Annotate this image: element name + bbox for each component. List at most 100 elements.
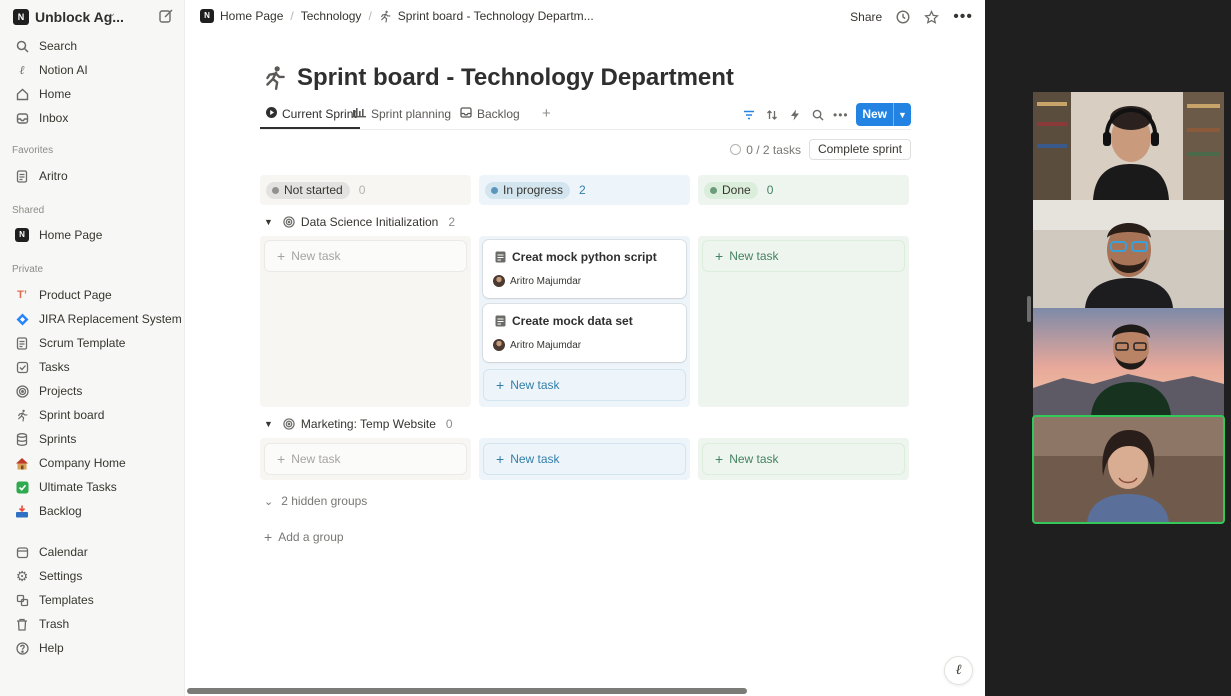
- new-task-button[interactable]: + New task: [702, 443, 905, 475]
- participant-video: [1033, 416, 1224, 523]
- task-card[interactable]: Creat mock python script Aritro Majumdar: [483, 240, 686, 298]
- star-icon[interactable]: [924, 9, 940, 25]
- favorites-section-label: Favorites: [12, 145, 54, 156]
- sidebar-item-calendar[interactable]: Calendar: [10, 541, 178, 563]
- sidebar-item-label: Aritro: [39, 169, 68, 183]
- sidebar-item-projects[interactable]: Projects: [10, 380, 178, 402]
- breadcrumb-separator: /: [290, 9, 294, 23]
- new-task-button[interactable]: + New task: [483, 369, 686, 401]
- participant-video: [1033, 200, 1224, 308]
- sort-icon[interactable]: [760, 103, 783, 126]
- complete-sprint-button[interactable]: Complete sprint: [808, 139, 911, 160]
- new-button[interactable]: New ▼: [856, 103, 911, 126]
- group-header-marketing[interactable]: ▼ Marketing: Temp Website 0: [264, 417, 453, 431]
- topbar-actions: Share •••: [850, 8, 973, 26]
- sidebar-item-product-page[interactable]: T’ Product Page: [10, 284, 178, 306]
- tab-sprint-planning[interactable]: Sprint planning: [352, 107, 451, 121]
- participant-video-tile[interactable]: [1033, 92, 1224, 200]
- sidebar-item-templates[interactable]: Templates: [10, 589, 178, 611]
- status-label: In progress: [503, 183, 564, 197]
- participant-video-tile[interactable]: [1033, 200, 1224, 308]
- chevron-down-icon: ⌄: [264, 495, 274, 508]
- search-icon[interactable]: [806, 103, 829, 126]
- column-header-not-started[interactable]: Not started 0: [260, 175, 471, 205]
- automation-icon[interactable]: [783, 103, 806, 126]
- sidebar-item-trash[interactable]: Trash: [10, 613, 178, 635]
- new-page-icon[interactable]: [158, 8, 174, 24]
- active-tab-indicator: [260, 127, 360, 129]
- runner-icon: [380, 10, 391, 23]
- task-card[interactable]: Create mock data set Aritro Majumdar: [483, 304, 686, 362]
- column-count: 0: [766, 183, 774, 197]
- runner-icon[interactable]: [262, 65, 288, 91]
- sidebar-item-search[interactable]: Search: [10, 35, 178, 57]
- sidebar-item-label: Calendar: [39, 545, 88, 559]
- group-count: 0: [445, 417, 453, 431]
- sidebar-item-inbox[interactable]: Inbox: [10, 107, 178, 129]
- new-task-button[interactable]: + New task: [702, 240, 905, 272]
- chevron-down-icon[interactable]: ▼: [893, 103, 911, 126]
- sidebar-item-sprint-board[interactable]: Sprint board: [10, 404, 178, 426]
- plus-icon: +: [496, 377, 505, 393]
- gear-icon: ⚙: [15, 567, 29, 584]
- search-icon: [14, 38, 30, 54]
- sidebar-item-settings[interactable]: ⚙ Settings: [10, 565, 178, 587]
- sidebar-item-home-page[interactable]: N Home Page: [10, 224, 178, 246]
- column-header-in-progress[interactable]: In progress 2: [479, 175, 690, 205]
- collapse-triangle-icon[interactable]: ▼: [264, 419, 273, 429]
- share-button[interactable]: Share: [850, 10, 882, 24]
- breadcrumb-technology[interactable]: Technology: [301, 9, 362, 23]
- breadcrumb-home-page[interactable]: Home Page: [220, 9, 283, 23]
- sidebar-item-label: Settings: [39, 569, 83, 583]
- status-badge: Done: [704, 181, 758, 199]
- task-title: Create mock data set: [495, 314, 633, 328]
- horizontal-scrollbar[interactable]: [187, 688, 747, 694]
- sidebar-item-aritro[interactable]: Aritro: [10, 165, 178, 187]
- sidebar-item-home[interactable]: Home: [10, 83, 178, 105]
- workspace-logo-icon: N: [13, 9, 29, 25]
- tab-backlog[interactable]: Backlog: [460, 107, 520, 121]
- new-button-label: New: [862, 107, 887, 121]
- new-task-button[interactable]: + New task: [483, 443, 686, 475]
- more-options-icon[interactable]: •••: [829, 103, 852, 126]
- lane-done: + New task: [698, 236, 909, 407]
- add-group-label: Add a group: [278, 530, 344, 544]
- sidebar-item-company-home[interactable]: Company Home: [10, 452, 178, 474]
- more-options-icon[interactable]: •••: [953, 8, 973, 26]
- sidebar-item-jira-replacement-system[interactable]: JIRA Replacement System: [10, 308, 182, 330]
- sidebar-item-ultimate-tasks[interactable]: Ultimate Tasks: [10, 476, 178, 498]
- sidebar-item-label: Sprint board: [39, 408, 105, 422]
- breadcrumb: N Home Page / Technology / Sprint board …: [200, 9, 594, 23]
- sidebar-item-help[interactable]: Help: [10, 637, 178, 659]
- participant-video-tile[interactable]: [1033, 308, 1224, 416]
- add-view-button[interactable]: +: [542, 105, 551, 122]
- sidebar-item-backlog[interactable]: Backlog: [10, 500, 178, 522]
- sidebar-item-label: Help: [39, 641, 64, 655]
- sidebar-item-tasks[interactable]: Tasks: [10, 356, 178, 378]
- page-title[interactable]: Sprint board - Technology Department: [297, 64, 734, 92]
- workspace-switcher[interactable]: N Unblock Ag... ⌄: [0, 6, 185, 28]
- history-icon[interactable]: [896, 10, 910, 24]
- add-group-button[interactable]: + Add a group: [264, 529, 344, 545]
- group-header-data-science[interactable]: ▼ Data Science Initialization 2: [264, 215, 455, 229]
- filter-icon[interactable]: [737, 103, 760, 126]
- new-task-button[interactable]: + New task: [264, 443, 467, 475]
- sidebar-item-notion-ai[interactable]: ℓ Notion AI: [10, 59, 178, 81]
- collapse-triangle-icon[interactable]: ▼: [264, 217, 273, 227]
- hidden-groups-toggle[interactable]: ⌄ 2 hidden groups: [264, 494, 367, 508]
- green-check-icon: [14, 479, 30, 495]
- sidebar-item-label: JIRA Replacement System: [39, 312, 182, 326]
- notion-logo-icon: N: [14, 227, 30, 243]
- sidebar-item-sprints[interactable]: Sprints: [10, 428, 178, 450]
- database-icon: [14, 431, 30, 447]
- breadcrumb-sprint-board[interactable]: Sprint board - Technology Departm...: [398, 9, 594, 23]
- participant-video-tile-active-speaker[interactable]: [1032, 415, 1225, 524]
- tab-current-sprint[interactable]: Current Sprint: [266, 107, 357, 121]
- panel-resize-handle[interactable]: [1027, 296, 1031, 322]
- notion-ai-button[interactable]: ℓ: [944, 656, 973, 685]
- new-task-button[interactable]: + New task: [264, 240, 467, 272]
- sidebar-item-scrum-template[interactable]: Scrum Template: [10, 332, 178, 354]
- column-header-done[interactable]: Done 0: [698, 175, 909, 205]
- plus-icon: +: [277, 451, 286, 467]
- inbox-tray-icon: [14, 503, 30, 519]
